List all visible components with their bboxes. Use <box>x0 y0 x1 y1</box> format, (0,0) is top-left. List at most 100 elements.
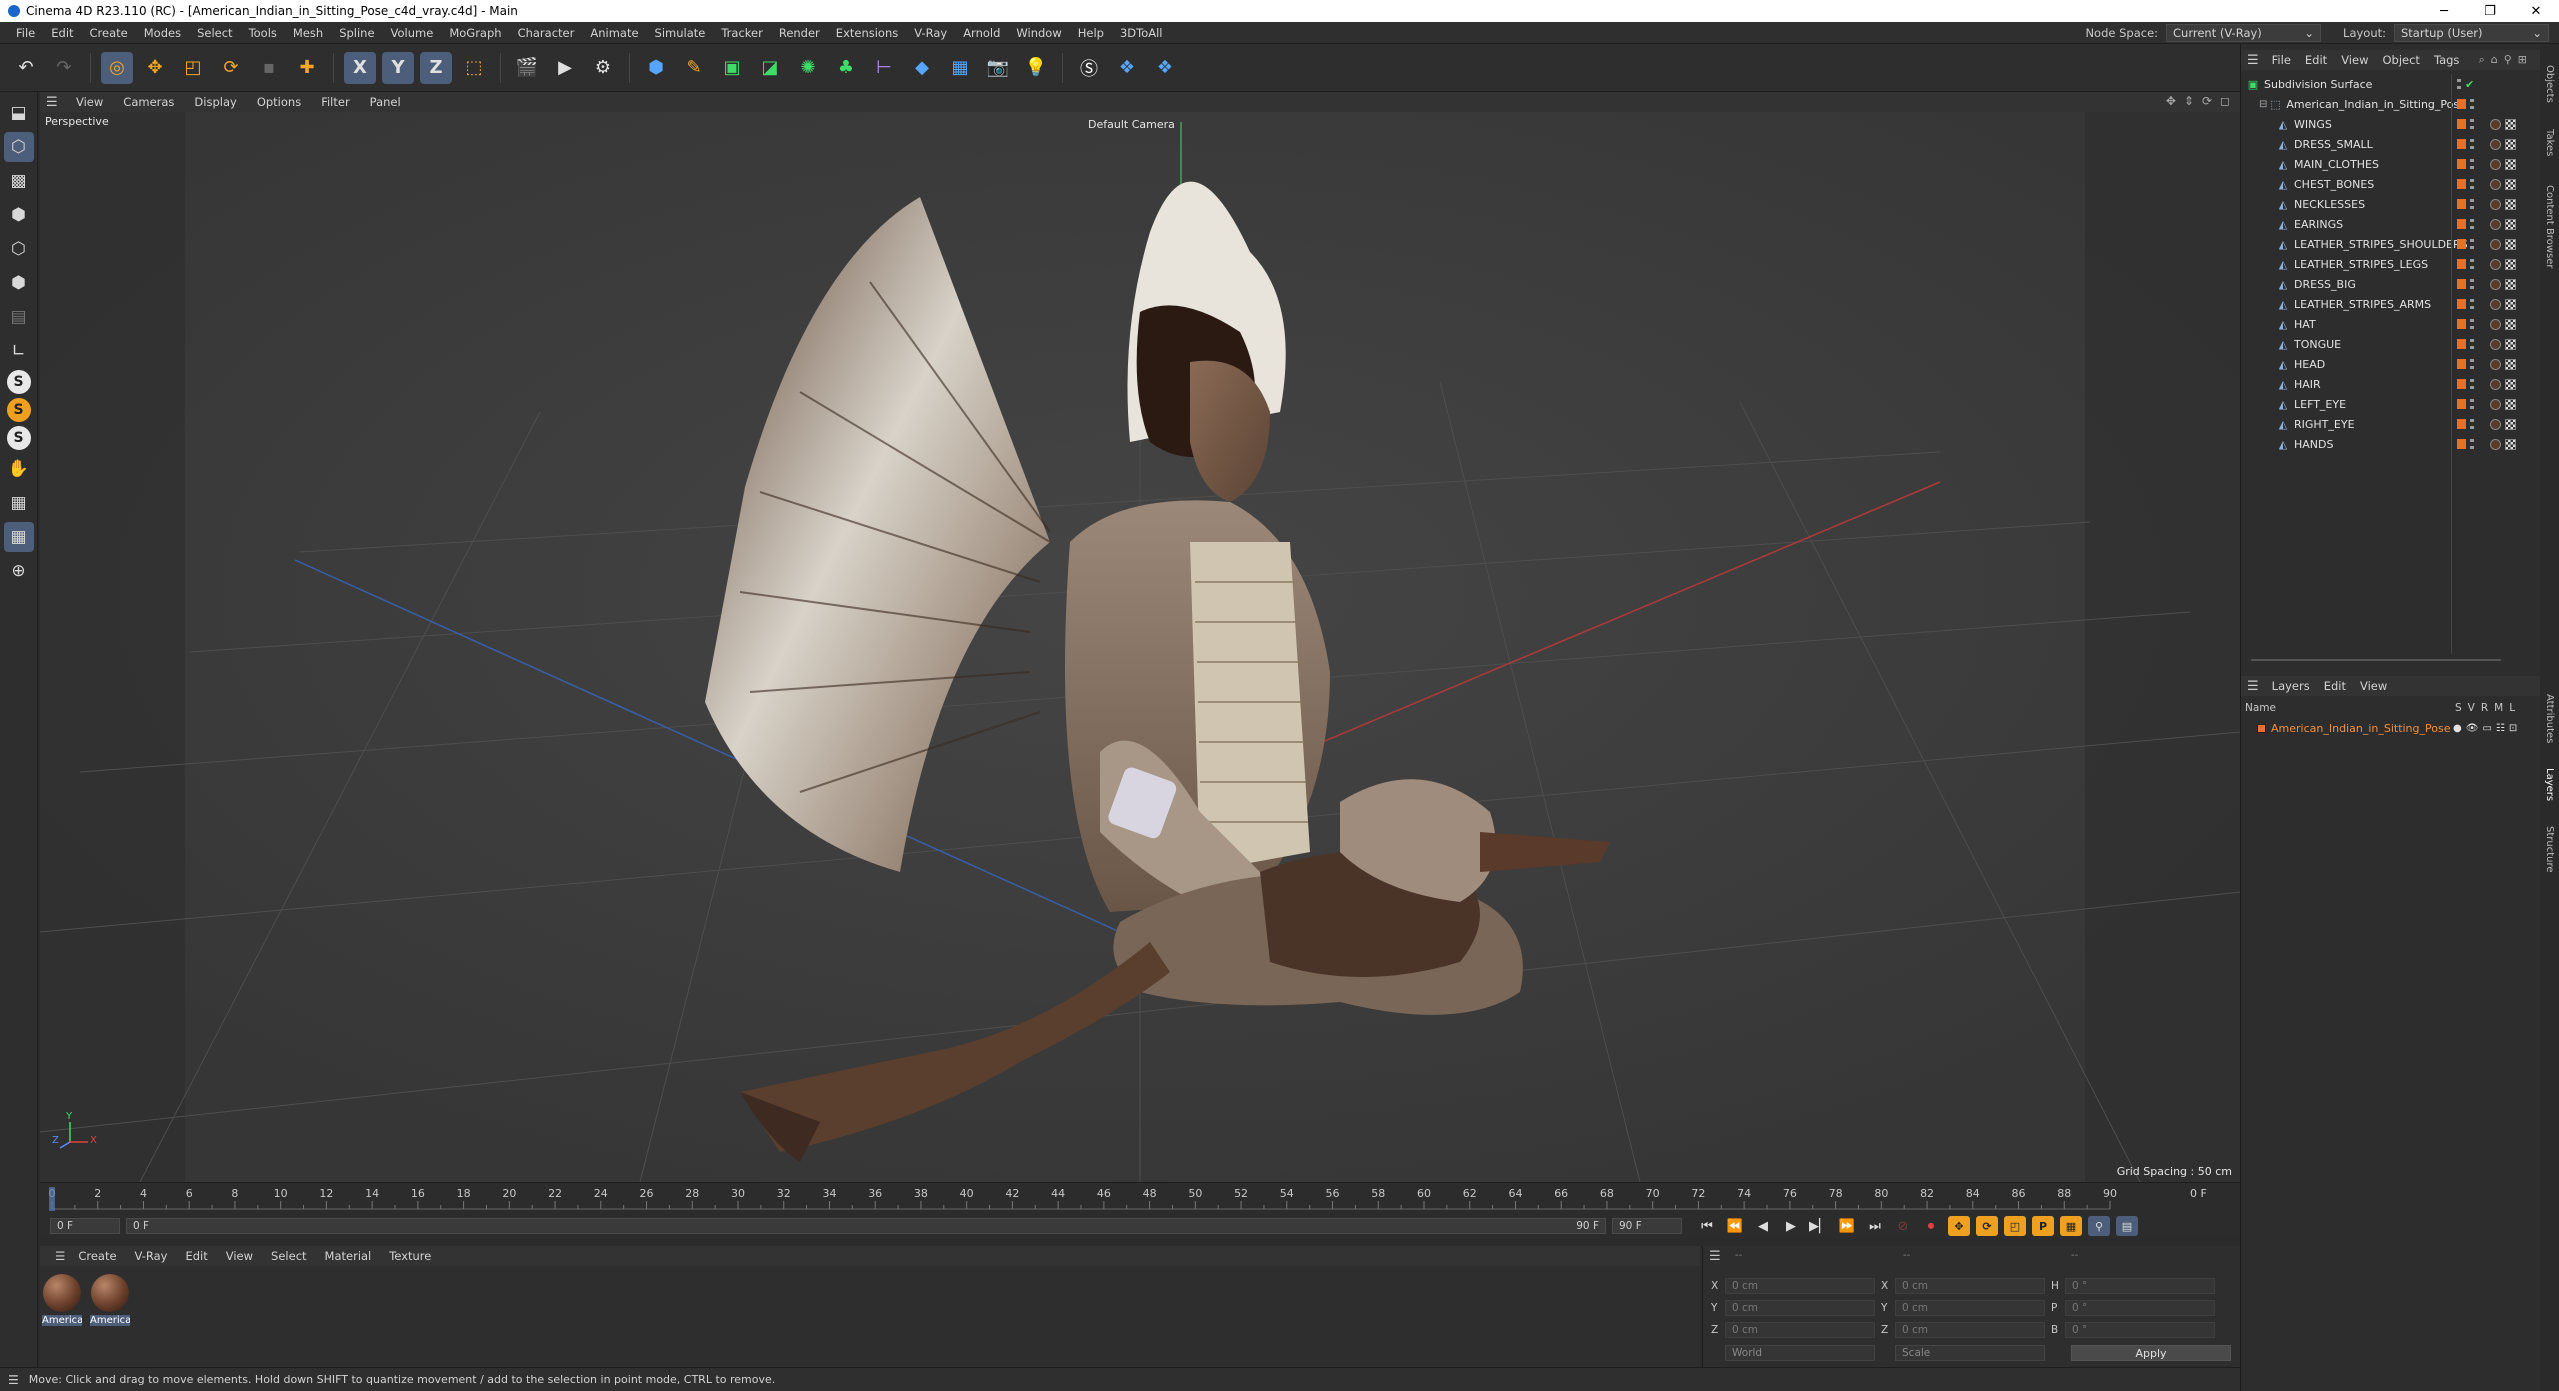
minimize-button[interactable]: ─ <box>2421 0 2467 22</box>
tree-row-object[interactable]: ◭ EARINGS <box>2241 214 2541 234</box>
viewport-camera-name[interactable]: Default Camera <box>1088 118 1175 131</box>
side-tab-takes[interactable]: Takes <box>2540 118 2559 168</box>
menu-window[interactable]: Window <box>1008 26 1069 40</box>
locked-workplane-icon[interactable]: ▦ <box>3 522 34 552</box>
uvw-tag-icon[interactable] <box>2505 398 2516 410</box>
vray-icon[interactable]: Ⓢ <box>1073 52 1105 84</box>
material-menu-create[interactable]: Create <box>69 1249 125 1263</box>
hamburger-icon[interactable]: ☰ <box>8 1373 19 1387</box>
tree-row-parent[interactable]: ⊟ ⬚ American_Indian_in_Sitting_Pose <box>2241 94 2541 114</box>
material-tag-icon[interactable] <box>2490 338 2501 350</box>
end-frame-field[interactable]: 90 F <box>1612 1218 1682 1234</box>
uvw-tag-icon[interactable] <box>2505 258 2516 270</box>
grid-icon[interactable]: ▦ <box>4 488 34 518</box>
visibility-dots-icon[interactable] <box>2470 159 2474 169</box>
tree-row-object[interactable]: ◭ LEATHER_STRIPES_SHOULDERS <box>2241 234 2541 254</box>
light-icon[interactable]: 💡 <box>1020 52 1052 84</box>
tree-row-object[interactable]: ◭ MAIN_CLOTHES <box>2241 154 2541 174</box>
coordinate-system-dropdown[interactable]: World <box>1725 1345 1875 1361</box>
material-tag-icon[interactable] <box>2490 398 2501 410</box>
autokey-icon[interactable]: ⊘ <box>1892 1216 1914 1236</box>
side-tab-structure[interactable]: Structure <box>2540 814 2559 884</box>
manager-toggle-icon[interactable]: ☷ <box>2496 723 2505 734</box>
previous-frame-icon[interactable]: ◀ <box>1752 1216 1774 1236</box>
last-tool-icon[interactable]: ▪ <box>253 52 285 84</box>
render-toggle-icon[interactable]: ▭ <box>2482 723 2491 734</box>
close-button[interactable]: ✕ <box>2513 0 2559 22</box>
start-frame-field[interactable]: 0 F <box>50 1218 120 1234</box>
tree-row-object[interactable]: ◭ LEATHER_STRIPES_LEGS <box>2241 254 2541 274</box>
hamburger-icon[interactable]: ☰ <box>46 95 60 110</box>
key-scale-icon[interactable]: ◰ <box>2004 1216 2026 1236</box>
material-tag-icon[interactable] <box>2490 278 2501 290</box>
layers-menu-edit[interactable]: Edit <box>2317 679 2353 693</box>
menu-arnold[interactable]: Arnold <box>955 26 1008 40</box>
uv-mode-icon[interactable]: ▤ <box>4 302 34 332</box>
hamburger-icon[interactable]: ☰ <box>1709 1249 1721 1264</box>
rotate-icon[interactable]: ⟳ <box>215 52 247 84</box>
pen-spline-icon[interactable]: ✎ <box>678 52 710 84</box>
frame-range-slider[interactable]: 0 F 90 F <box>126 1218 1606 1234</box>
redo-icon[interactable]: ↷ <box>48 52 80 84</box>
layer-color-swatch[interactable] <box>2257 723 2266 733</box>
material-tag-icon[interactable] <box>2490 158 2501 170</box>
position-z-field[interactable]: 0 cm <box>1725 1322 1875 1338</box>
material-menu-texture[interactable]: Texture <box>380 1249 440 1263</box>
object-menu-object[interactable]: Object <box>2375 53 2426 67</box>
uvw-tag-icon[interactable] <box>2505 318 2516 330</box>
record-icon[interactable]: ⏺ <box>1920 1216 1942 1236</box>
tree-row-object[interactable]: ◭ HAT <box>2241 314 2541 334</box>
object-menu-edit[interactable]: Edit <box>2298 53 2334 67</box>
key-position-icon[interactable]: ✥ <box>1948 1216 1970 1236</box>
render-region-icon[interactable]: 🎬 <box>511 52 543 84</box>
menu-extensions[interactable]: Extensions <box>828 26 906 40</box>
material-tag-icon[interactable] <box>2490 318 2501 330</box>
x-axis-lock-button[interactable]: X <box>344 51 376 84</box>
workplane-icon[interactable]: ✋ <box>4 454 34 484</box>
material-tag-icon[interactable] <box>2490 138 2501 150</box>
material-swatch[interactable]: America <box>42 1274 82 1332</box>
layers-menu-layers[interactable]: Layers <box>2265 679 2317 693</box>
hamburger-icon[interactable]: ☰ <box>46 1249 69 1263</box>
size-y-field[interactable]: 0 cm <box>1895 1300 2045 1316</box>
visibility-dots-icon[interactable] <box>2470 139 2474 149</box>
camera-icon[interactable]: 📷 <box>982 52 1014 84</box>
axis-mode-icon[interactable]: ∟ <box>4 336 34 366</box>
uvw-tag-icon[interactable] <box>2505 338 2516 350</box>
tree-row-object[interactable]: ◭ WINGS <box>2241 114 2541 134</box>
z-axis-lock-button[interactable]: Z <box>420 51 452 84</box>
node-space-dropdown[interactable]: Current (V-Ray) ⌄ <box>2166 24 2322 42</box>
material-menu-view[interactable]: View <box>217 1249 262 1263</box>
planar-workplane-icon[interactable]: ⊕ <box>4 556 34 586</box>
material-tag-icon[interactable] <box>2490 238 2501 250</box>
uvw-tag-icon[interactable] <box>2505 138 2516 150</box>
tree-row-object[interactable]: ◭ NECKLESSES <box>2241 194 2541 214</box>
position-y-field[interactable]: 0 cm <box>1725 1300 1875 1316</box>
layout-dropdown[interactable]: Startup (User) ⌄ <box>2394 24 2549 42</box>
visibility-dots-icon[interactable] <box>2470 219 2474 229</box>
python-script-icon[interactable]: ❖ <box>1149 52 1181 84</box>
timeline-window-icon[interactable]: ▤ <box>2116 1216 2138 1236</box>
mograph-cloner-icon[interactable]: ✺ <box>792 52 824 84</box>
viewport-menu-filter[interactable]: Filter <box>311 95 359 109</box>
visibility-dots-icon[interactable] <box>2470 199 2474 209</box>
maximize-view-icon[interactable]: ◻ <box>2220 94 2230 108</box>
viewport-menu-display[interactable]: Display <box>184 95 246 109</box>
uvw-tag-icon[interactable] <box>2505 418 2516 430</box>
deformer-icon[interactable]: ♣ <box>830 52 862 84</box>
tree-row-object[interactable]: ◭ HAIR <box>2241 374 2541 394</box>
maximize-button[interactable]: ❐ <box>2467 0 2513 22</box>
uvw-tag-icon[interactable] <box>2505 298 2516 310</box>
playhead[interactable] <box>49 1187 55 1211</box>
key-param-icon[interactable]: P <box>2032 1216 2054 1236</box>
menu-file[interactable]: File <box>8 26 43 40</box>
uvw-tag-icon[interactable] <box>2505 278 2516 290</box>
object-menu-view[interactable]: View <box>2334 53 2375 67</box>
menu-animate[interactable]: Animate <box>582 26 646 40</box>
play-icon[interactable]: ▶ <box>1780 1216 1802 1236</box>
tree-row-object[interactable]: ◭ HEAD <box>2241 354 2541 374</box>
key-rotation-icon[interactable]: ⟳ <box>1976 1216 1998 1236</box>
uvw-tag-icon[interactable] <box>2505 218 2516 230</box>
uvw-tag-icon[interactable] <box>2505 438 2516 450</box>
next-frame-icon[interactable]: ▶▏ <box>1808 1216 1830 1236</box>
